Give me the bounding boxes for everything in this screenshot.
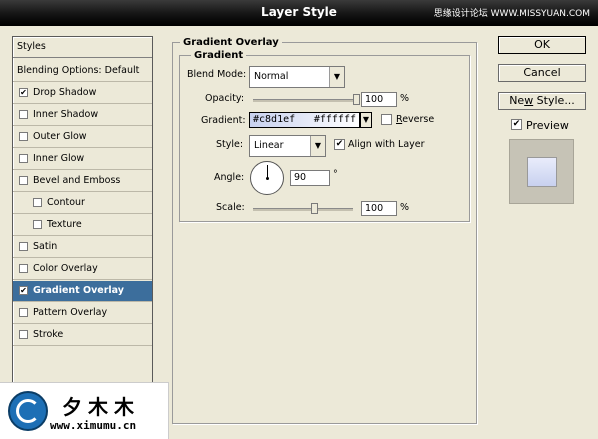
satin-checkbox[interactable] <box>19 242 28 251</box>
scale-input[interactable]: 100 <box>361 201 397 216</box>
opacity-input[interactable]: 100 <box>361 92 397 107</box>
inner-glow-checkbox[interactable] <box>19 154 28 163</box>
sidebar-item-label: Pattern Overlay <box>33 307 108 318</box>
bevel-emboss-checkbox[interactable] <box>19 176 28 185</box>
sidebar-item-blending-options[interactable]: Blending Options: Default <box>13 61 152 82</box>
gradient-swatch[interactable]: #c8d1ef #ffffff <box>249 112 360 128</box>
contour-checkbox[interactable] <box>33 198 42 207</box>
sidebar-item-satin[interactable]: Satin <box>13 237 152 258</box>
reverse-label: Reverse <box>396 114 435 125</box>
gradient-dropdown-chevron-icon[interactable]: ▼ <box>360 112 372 128</box>
watermark-top: 思缘设计论坛 WWW.MISSYUAN.COM <box>433 9 590 19</box>
style-label: Style: <box>216 139 244 150</box>
align-with-layer-checkbox[interactable]: ✔ <box>334 139 345 150</box>
styles-list: Styles Blending Options: Default ✔ Drop … <box>12 36 153 421</box>
cancel-button[interactable]: Cancel <box>498 64 586 82</box>
logo-url: www.ximumu.cn <box>50 419 137 432</box>
sidebar-item-label: Contour <box>47 197 85 208</box>
blend-mode-label: Blend Mode: <box>187 69 246 80</box>
sidebar-item-label: Inner Glow <box>33 153 85 164</box>
reverse-checkbox[interactable] <box>381 114 392 125</box>
align-with-layer-label: Align with Layer <box>348 139 425 150</box>
logo-text: 夕木木 <box>62 395 140 419</box>
preview-checkbox[interactable]: ✔ <box>511 119 522 130</box>
angle-label: Angle: <box>214 172 245 183</box>
styles-header-label: Styles <box>17 41 46 52</box>
angle-unit: ° <box>333 169 338 180</box>
pattern-overlay-checkbox[interactable] <box>19 308 28 317</box>
sidebar-item-label: Bevel and Emboss <box>33 175 121 186</box>
sidebar-item-contour[interactable]: Contour <box>13 193 152 214</box>
sidebar-item-label: Texture <box>47 219 82 230</box>
drop-shadow-checkbox[interactable]: ✔ <box>19 88 28 97</box>
sidebar-item-texture[interactable]: Texture <box>13 215 152 236</box>
style-value: Linear <box>254 140 284 151</box>
blend-mode-label-text: Blend Mode: <box>187 69 247 80</box>
preview-label: Preview <box>526 119 569 132</box>
sidebar-item-pattern-overlay[interactable]: Pattern Overlay <box>13 303 152 324</box>
sidebar-item-color-overlay[interactable]: Color Overlay <box>13 259 152 280</box>
scale-label: Scale: <box>216 202 245 213</box>
chevron-down-icon[interactable]: ▼ <box>329 67 344 87</box>
blend-mode-select[interactable]: Normal ▼ <box>249 66 345 88</box>
style-select[interactable]: Linear ▼ <box>249 135 326 157</box>
section-title: Gradient Overlay <box>180 37 282 48</box>
opacity-slider[interactable] <box>253 99 357 102</box>
color-overlay-checkbox[interactable] <box>19 264 28 273</box>
sidebar-item-label: Gradient Overlay <box>33 285 124 296</box>
stroke-checkbox[interactable] <box>19 330 28 339</box>
angle-center <box>266 177 269 180</box>
sidebar-item-label: Drop Shadow <box>33 87 97 98</box>
sidebar-item-label: Stroke <box>33 329 64 340</box>
blend-mode-value: Normal <box>254 71 289 82</box>
opacity-slider-thumb[interactable] <box>353 94 360 105</box>
gradient-end-color: #ffffff <box>313 114 356 125</box>
angle-dial[interactable] <box>250 161 284 195</box>
sidebar-item-gradient-overlay[interactable]: ✔ Gradient Overlay <box>13 281 152 302</box>
opacity-unit: % <box>400 93 410 104</box>
sidebar-item-drop-shadow[interactable]: ✔ Drop Shadow <box>13 83 152 104</box>
scale-slider[interactable] <box>253 208 353 211</box>
sidebar-item-label: Blending Options: Default <box>17 65 140 76</box>
sidebar-item-stroke[interactable]: Stroke <box>13 325 152 346</box>
styles-header[interactable]: Styles <box>13 37 152 58</box>
title-bar: Layer Style 思缘设计论坛 WWW.MISSYUAN.COM <box>0 0 598 26</box>
angle-input[interactable]: 90 <box>290 170 330 186</box>
sidebar-item-label: Satin <box>33 241 58 252</box>
sidebar-item-inner-shadow[interactable]: Inner Shadow <box>13 105 152 126</box>
scale-slider-thumb[interactable] <box>311 203 318 214</box>
texture-checkbox[interactable] <box>33 220 42 229</box>
gradient-label: Gradient: <box>201 115 246 126</box>
logo-watermark: 夕木木 www.ximumu.cn <box>0 382 169 439</box>
scale-unit: % <box>400 202 410 213</box>
sidebar-item-inner-glow[interactable]: Inner Glow <box>13 149 152 170</box>
sidebar-item-label: Inner Shadow <box>33 109 99 120</box>
sidebar-item-outer-glow[interactable]: Outer Glow <box>13 127 152 148</box>
ok-button[interactable]: OK <box>498 36 586 54</box>
logo-icon <box>8 391 48 431</box>
subsection-title: Gradient <box>191 50 247 61</box>
sidebar-item-label: Color Overlay <box>33 263 98 274</box>
preview-swatch <box>527 157 557 187</box>
gradient-start-color: #c8d1ef <box>253 114 296 125</box>
style-preview <box>509 139 574 204</box>
outer-glow-checkbox[interactable] <box>19 132 28 141</box>
sidebar-item-bevel-emboss[interactable]: Bevel and Emboss <box>13 171 152 192</box>
gradient-overlay-checkbox[interactable]: ✔ <box>19 286 28 295</box>
chevron-down-icon[interactable]: ▼ <box>310 136 325 156</box>
opacity-label: Opacity: <box>205 93 245 104</box>
inner-shadow-checkbox[interactable] <box>19 110 28 119</box>
sidebar-item-label: Outer Glow <box>33 131 87 142</box>
new-style-button[interactable]: New Style... <box>498 92 586 110</box>
